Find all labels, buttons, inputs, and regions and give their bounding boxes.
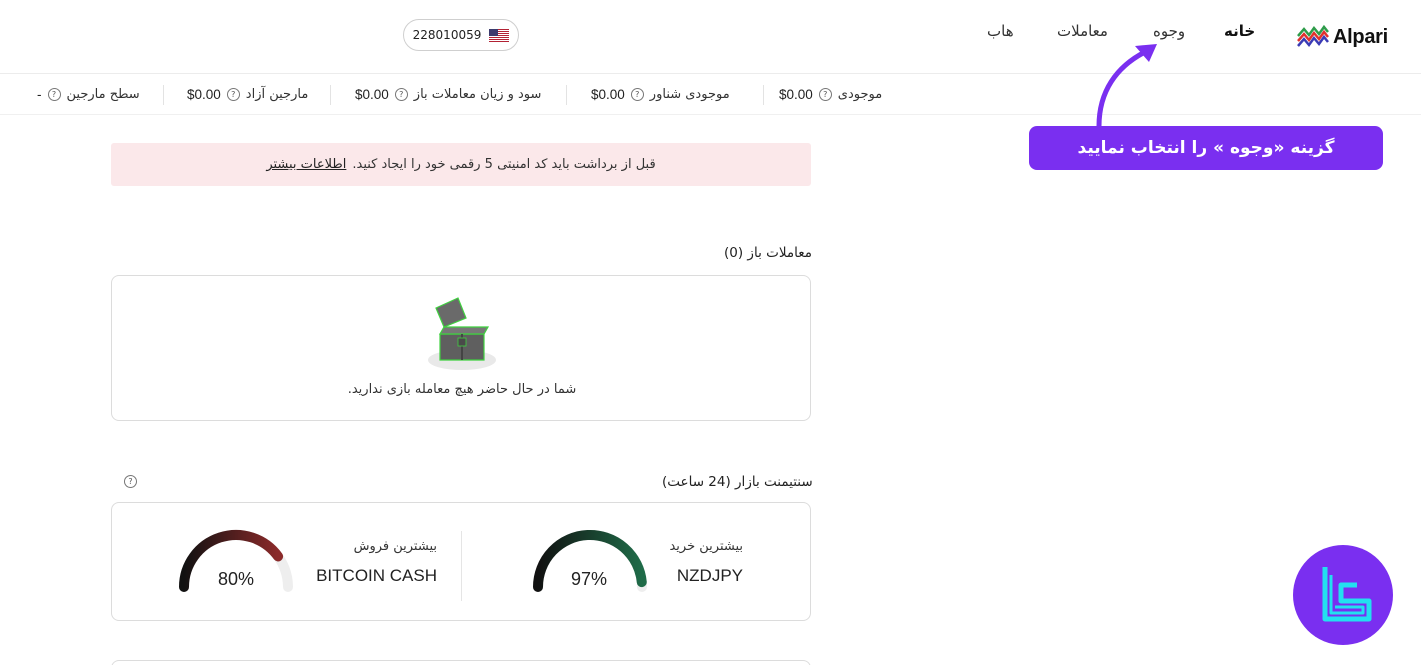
info-icon[interactable]: ?: [226, 88, 240, 101]
account-number: 228010059: [412, 28, 482, 42]
stat-margin-level-value: -: [37, 87, 42, 102]
info-icon[interactable]: ?: [124, 475, 137, 488]
sell-label: بیشترین فروش: [353, 539, 437, 554]
next-card-edge: [111, 660, 811, 665]
account-stats-bar: موجودی ? $0.00 موجودی شناور ? $0.00 سود …: [0, 75, 1421, 115]
sentiment-sell[interactable]: بیشترین فروش BITCOIN CASH 80%: [112, 503, 461, 621]
stat-margin-level-label: سطح مارجین: [66, 87, 140, 102]
top-navigation: Alpari خانه وجوه معاملات هاب 228010059: [0, 0, 1421, 74]
buy-symbol: NZDJPY: [676, 566, 743, 585]
sell-symbol: BITCOIN CASH: [316, 566, 437, 585]
treasure-chest-icon: [428, 297, 496, 370]
buy-label: بیشترین خرید: [669, 539, 743, 554]
alpari-logo[interactable]: Alpari: [1297, 22, 1388, 52]
stat-free-margin-label: مارجین آزاد: [245, 87, 309, 102]
divider: [763, 85, 764, 105]
info-icon[interactable]: ?: [394, 88, 408, 101]
stat-balance-value: $0.00: [779, 87, 813, 102]
open-trades-title: معاملات باز (0): [724, 245, 812, 261]
divider: [566, 85, 567, 105]
us-flag-icon: [489, 28, 510, 42]
divider: [163, 85, 164, 105]
stat-pnl-label: سود و زیان معاملات باز: [413, 87, 542, 102]
buy-percent: 97%: [571, 569, 608, 589]
tutorial-callout: گزینه «وجوه » را انتخاب نمایید: [1029, 126, 1383, 170]
info-icon[interactable]: ?: [630, 88, 644, 101]
stat-free-margin: مارجین آزاد ? $0.00: [187, 87, 308, 102]
sell-percent: 80%: [218, 569, 255, 589]
open-trades-card: شما در حال حاضر هیچ معامله بازی ندارید.: [111, 275, 811, 421]
security-code-alert: قبل از برداشت باید کد امنیتی 5 رقمی خود …: [111, 143, 811, 186]
stat-floating: موجودی شناور ? $0.00: [591, 87, 730, 102]
info-icon[interactable]: ?: [47, 88, 61, 101]
sentiment-title: سنتیمنت بازار (24 ساعت): [662, 474, 813, 490]
alert-text: قبل از برداشت باید کد امنیتی 5 رقمی خود …: [352, 157, 656, 172]
learn-more-link[interactable]: اطلاعات بیشتر: [266, 157, 346, 172]
divider: [330, 85, 331, 105]
nav-hub[interactable]: هاب: [987, 22, 1014, 40]
callout-arrow-icon: [1096, 44, 1157, 129]
info-icon[interactable]: ?: [818, 88, 832, 101]
nav-home[interactable]: خانه: [1224, 22, 1255, 40]
stat-balance: موجودی ? $0.00: [779, 87, 882, 102]
stat-pnl: سود و زیان معاملات باز ? $0.00: [355, 87, 541, 102]
empty-trades-text: شما در حال حاضر هیچ معامله بازی ندارید.: [347, 382, 577, 397]
stat-floating-label: موجودی شناور: [649, 87, 730, 102]
watermark-logo-icon: [1293, 545, 1393, 645]
stat-floating-value: $0.00: [591, 87, 625, 102]
stat-pnl-value: $0.00: [355, 87, 389, 102]
sentiment-card: بیشترین خرید NZDJPY 97% بیشترین فروش BIT…: [111, 502, 811, 621]
account-selector[interactable]: 228010059: [403, 19, 519, 51]
stat-margin-level: سطح مارجین ? -: [37, 87, 140, 102]
sentiment-buy[interactable]: بیشترین خرید NZDJPY 97%: [462, 503, 811, 621]
alpari-logo-icon: [1297, 24, 1329, 48]
brand-name: Alpari: [1333, 25, 1388, 48]
stat-balance-label: موجودی: [837, 87, 883, 102]
divider: [461, 531, 462, 601]
stat-free-margin-value: $0.00: [187, 87, 221, 102]
